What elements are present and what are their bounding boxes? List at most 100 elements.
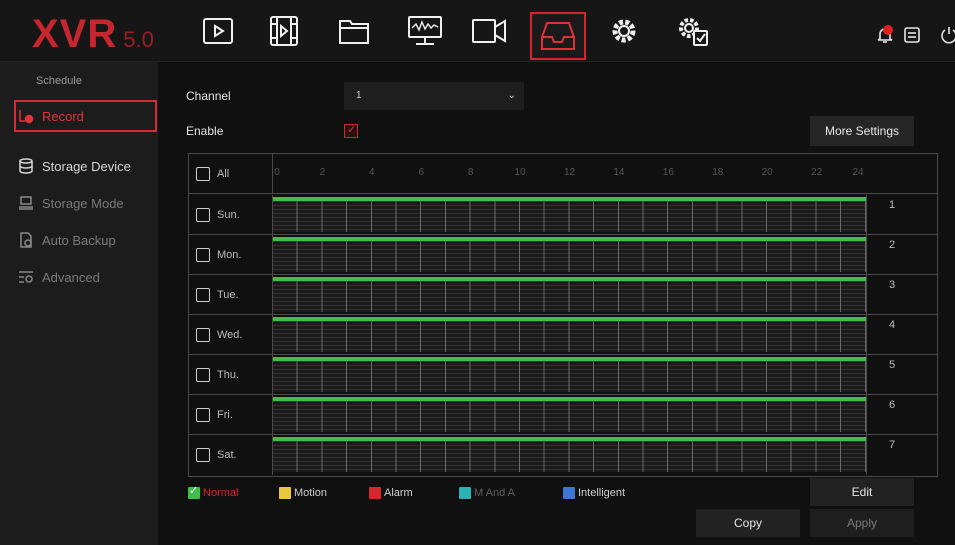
hour-tick-label: 8 (467, 167, 474, 178)
sidebar-item-auto-backup[interactable]: Auto Backup (6, 224, 156, 256)
timeline-grid (273, 321, 866, 352)
day-cell: Wed. (189, 315, 273, 354)
legend-m-and-a[interactable]: M And A (459, 487, 515, 499)
legend-alarm[interactable]: Alarm (369, 487, 413, 499)
day-timeline[interactable] (273, 357, 866, 392)
day-cell: Mon. (189, 235, 273, 274)
day-timeline[interactable] (273, 277, 866, 312)
day-number: 2 (889, 239, 896, 251)
hour-tick-label: 16 (662, 167, 674, 178)
day-label: Sat. (217, 449, 237, 461)
enable-checkbox[interactable] (344, 123, 358, 138)
auto-backup-icon (18, 232, 34, 248)
legend-motion[interactable]: Motion (279, 487, 327, 499)
schedule-grid: All 0 2 4 6 8 10 12 14 16 18 20 22 24 Sun. 1 Mon. 2 Tue.… (188, 153, 938, 477)
schedule-row: Thu. 5 (189, 355, 937, 395)
day-label: Thu. (217, 368, 240, 381)
day-timeline[interactable] (273, 397, 866, 432)
column-divider (866, 315, 867, 354)
hour-tick-label: 24 (852, 167, 864, 178)
storage-nav-icon[interactable] (530, 12, 586, 60)
apply-button[interactable]: Apply (810, 509, 914, 537)
hour-tick-label: 22 (811, 167, 823, 178)
intelligent-swatch (563, 487, 575, 499)
sidebar: Schedule Record Storage Device Storage M… (0, 62, 158, 545)
legend-label: Motion (294, 487, 328, 499)
more-settings-button[interactable]: More Settings (810, 116, 914, 146)
day-number: 4 (889, 319, 896, 331)
day-label: Fri. (217, 408, 233, 421)
day-checkbox[interactable] (196, 247, 210, 262)
schedule-row: Fri. 6 (189, 395, 937, 435)
hour-tick-label: 2 (319, 167, 326, 178)
hour-tick-label: 0 (274, 167, 280, 178)
hour-tick-label: 4 (369, 167, 375, 178)
m-and-a-swatch (459, 487, 471, 499)
sidebar-item-storage-mode[interactable]: Storage Mode (6, 187, 156, 219)
brand-version: 5.0 (123, 27, 154, 52)
settings-nav-icon[interactable] (604, 14, 644, 48)
column-divider (866, 355, 867, 394)
legend-label: Normal (203, 487, 239, 499)
channel-select[interactable]: 1 ⌄ (344, 82, 524, 110)
top-bar: XVR 5.0 (0, 0, 955, 62)
backup-icon[interactable] (903, 26, 923, 46)
day-label: Mon. (217, 248, 242, 261)
sidebar-item-advanced[interactable]: Advanced (6, 261, 156, 293)
day-checkbox[interactable] (196, 207, 210, 222)
timeline-grid (273, 441, 866, 472)
chevron-down-icon: ⌄ (507, 90, 516, 101)
day-timeline[interactable] (273, 437, 866, 472)
day-checkbox[interactable] (196, 327, 210, 342)
power-icon[interactable] (940, 26, 955, 46)
storage-device-icon (18, 158, 34, 174)
day-timeline[interactable] (273, 237, 866, 272)
maintenance-nav-icon[interactable] (673, 14, 713, 48)
day-label: Tue. (217, 288, 239, 301)
file-nav-icon[interactable] (334, 14, 374, 48)
sidebar-item-label: Storage Mode (42, 195, 124, 211)
camera-nav-icon[interactable] (469, 14, 509, 48)
legend-normal[interactable]: ✓ Normal (188, 485, 239, 499)
schedule-row: Tue. 3 (189, 275, 937, 315)
hour-tick-label: 12 (563, 167, 576, 178)
storage-mode-icon (18, 195, 34, 211)
video-clip-nav-icon[interactable] (264, 14, 304, 48)
sidebar-item-label: Record (42, 108, 84, 124)
timeline-grid (273, 201, 866, 232)
brand-name: XVR (32, 12, 118, 56)
day-checkbox[interactable] (196, 367, 210, 382)
day-timeline[interactable] (273, 197, 866, 232)
edit-button[interactable]: Edit (810, 478, 914, 506)
legend-intelligent[interactable]: Intelligent (563, 487, 625, 499)
main-panel: Channel 1 ⌄ Enable More Settings All 024… (158, 62, 955, 545)
schedule-header-row: All 0 2 4 6 8 10 12 14 16 18 20 22 24 (189, 154, 937, 194)
day-checkbox[interactable] (196, 448, 210, 462)
record-icon (18, 108, 34, 124)
day-timeline[interactable] (273, 317, 866, 352)
schedule-row: Sun. 1 (189, 195, 937, 235)
day-checkbox[interactable] (196, 287, 210, 302)
schedule-row: Sat. 7 (189, 435, 937, 475)
day-label: Sun. (217, 208, 240, 221)
playback-nav-icon[interactable] (198, 14, 238, 48)
schedule-row: Wed. 4 (189, 315, 937, 355)
hour-tick-label: 6 (418, 167, 425, 178)
column-divider (866, 275, 867, 314)
notification-badge (883, 25, 893, 35)
hour-tick-label: 10 (514, 167, 526, 178)
timeline-grid (273, 241, 866, 272)
timeline-grid (273, 281, 866, 312)
hour-tick-label: 18 (712, 167, 724, 178)
advanced-icon (18, 269, 34, 285)
copy-button[interactable]: Copy (696, 509, 800, 537)
all-days-checkbox[interactable] (196, 166, 210, 181)
day-checkbox[interactable] (196, 407, 210, 422)
system-info-nav-icon[interactable] (405, 14, 445, 48)
sidebar-item-record[interactable]: Record (14, 100, 157, 132)
motion-swatch (279, 487, 291, 499)
normal-swatch: ✓ (188, 485, 200, 499)
hour-scale: 0 2 4 6 8 10 12 14 16 18 20 22 24 (273, 154, 866, 194)
sidebar-item-storage-device[interactable]: Storage Device (6, 150, 156, 182)
column-divider (866, 435, 867, 475)
